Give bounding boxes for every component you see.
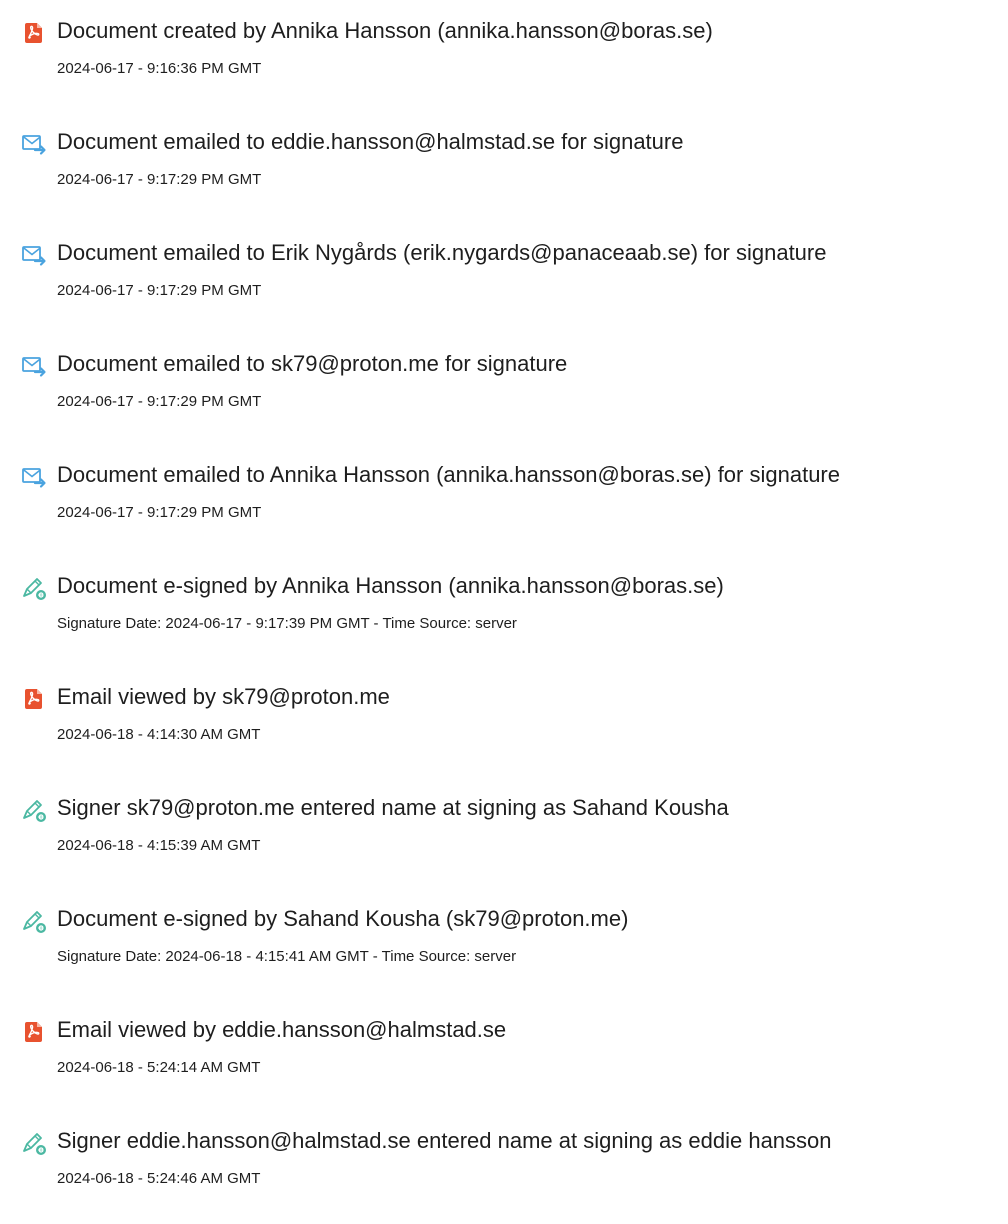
email-icon bbox=[20, 130, 48, 158]
entry-timestamp: 2024-06-17 - 9:16:36 PM GMT bbox=[57, 60, 262, 77]
entry-title: Document emailed to Erik Nygårds (erik.n… bbox=[57, 240, 827, 265]
email-icon bbox=[20, 241, 48, 269]
entry-timestamp: 2024-06-17 - 9:17:29 PM GMT bbox=[57, 504, 262, 521]
esign-icon bbox=[20, 907, 48, 935]
entry-title: Email viewed by sk79@proton.me bbox=[57, 684, 390, 709]
log-entry: Document e-signed by Annika Hansson (ann… bbox=[0, 569, 1008, 659]
log-entry: Document emailed to sk79@proton.me for s… bbox=[0, 347, 1008, 437]
log-entry: Document created by Annika Hansson (anni… bbox=[0, 14, 1008, 104]
log-entry: Document emailed to Annika Hansson (anni… bbox=[0, 458, 1008, 548]
entry-timestamp: 2024-06-18 - 5:24:46 AM GMT bbox=[57, 1170, 261, 1187]
entry-timestamp: 2024-06-17 - 9:17:29 PM GMT bbox=[57, 171, 262, 188]
esign-icon bbox=[20, 1129, 48, 1157]
entry-signature-details: Signature Date: 2024-06-17 - 9:17:39 PM … bbox=[57, 615, 517, 632]
entry-title: Document emailed to Annika Hansson (anni… bbox=[57, 462, 840, 487]
log-entry: Signer sk79@proton.me entered name at si… bbox=[0, 791, 1008, 881]
document-icon bbox=[20, 19, 48, 47]
entry-timestamp: 2024-06-17 - 9:17:29 PM GMT bbox=[57, 393, 262, 410]
document-icon bbox=[20, 685, 48, 713]
log-entry: Signer eddie.hansson@halmstad.se entered… bbox=[0, 1124, 1008, 1214]
log-entry: Document e-signed by Sahand Kousha (sk79… bbox=[0, 902, 1008, 992]
entry-title: Document emailed to eddie.hansson@halmst… bbox=[57, 129, 684, 154]
esign-icon bbox=[20, 796, 48, 824]
log-entry: Email viewed by eddie.hansson@halmstad.s… bbox=[0, 1013, 1008, 1103]
log-entry: Document emailed to Erik Nygårds (erik.n… bbox=[0, 236, 1008, 326]
entry-timestamp: 2024-06-18 - 4:14:30 AM GMT bbox=[57, 726, 261, 743]
entry-signature-details: Signature Date: 2024-06-18 - 4:15:41 AM … bbox=[57, 948, 517, 965]
entry-title: Document emailed to sk79@proton.me for s… bbox=[57, 351, 568, 376]
entry-title: Signer sk79@proton.me entered name at si… bbox=[57, 795, 729, 820]
entry-timestamp: 2024-06-18 - 4:15:39 AM GMT bbox=[57, 837, 261, 854]
email-icon bbox=[20, 352, 48, 380]
entry-timestamp: 2024-06-18 - 5:24:14 AM GMT bbox=[57, 1059, 261, 1076]
entry-title: Document e-signed by Annika Hansson (ann… bbox=[57, 573, 724, 598]
entry-title: Document created by Annika Hansson (anni… bbox=[57, 18, 713, 43]
esign-icon bbox=[20, 574, 48, 602]
email-icon bbox=[20, 463, 48, 491]
entry-title: Signer eddie.hansson@halmstad.se entered… bbox=[57, 1128, 832, 1153]
entry-title: Email viewed by eddie.hansson@halmstad.s… bbox=[57, 1017, 507, 1042]
document-icon bbox=[20, 1018, 48, 1046]
log-entry: Document emailed to eddie.hansson@halmst… bbox=[0, 125, 1008, 215]
entry-timestamp: 2024-06-17 - 9:17:29 PM GMT bbox=[57, 282, 262, 299]
log-entry: Email viewed by sk79@proton.me 2024-06-1… bbox=[0, 680, 1008, 770]
entry-title: Document e-signed by Sahand Kousha (sk79… bbox=[57, 906, 629, 931]
